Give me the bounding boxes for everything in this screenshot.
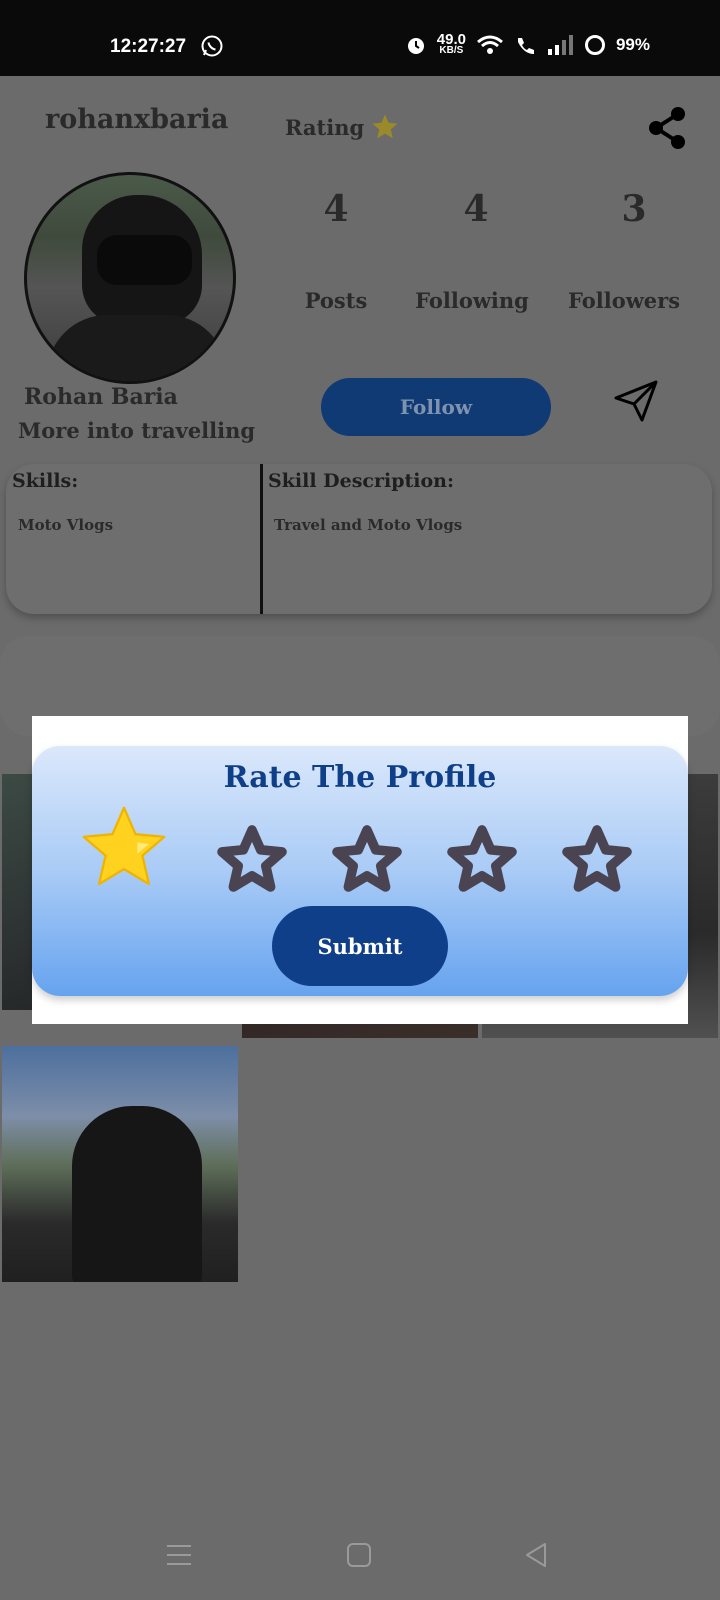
rating-label[interactable]: Rating <box>285 112 400 142</box>
back-icon[interactable] <box>521 1540 551 1570</box>
net-speed: 49.0 KB/S <box>436 31 466 56</box>
status-bar: 12:27:27 49.0 KB/S 99% <box>0 0 720 76</box>
followers-label[interactable]: Followers <box>544 288 704 313</box>
call-icon <box>517 38 534 54</box>
rating-dialog-panel: Rate The Profile Submit <box>32 746 688 996</box>
skill-description-value: Travel and Moto Vlogs <box>274 516 463 534</box>
bio: More into travelling <box>18 418 256 443</box>
alarm-icon <box>407 38 424 54</box>
followers-count: 3 <box>621 188 647 230</box>
posts-count: 4 <box>323 188 349 230</box>
skills-card: Skills: Moto Vlogs Skill Description: Tr… <box>6 464 712 614</box>
avatar[interactable] <box>24 172 236 384</box>
battery-level: 99% <box>615 35 650 54</box>
dialog-title: Rate The Profile <box>223 760 497 795</box>
skills-title: Skills: <box>12 470 79 492</box>
profile-page: rohanxbaria Rating 4 4 3 Posts Following… <box>0 76 720 1600</box>
battery-icon <box>584 35 605 55</box>
post-thumbnail[interactable] <box>2 1046 238 1282</box>
rating-dialog: Rate The Profile Submit <box>32 716 688 1024</box>
star-5-icon[interactable] <box>561 824 633 896</box>
star-3-icon[interactable] <box>331 824 403 896</box>
share-icon[interactable] <box>646 106 688 150</box>
status-icons: 49.0 KB/S 99% <box>405 31 650 56</box>
status-time: 12:27:27 <box>110 36 187 57</box>
wifi-icon <box>477 35 503 54</box>
send-icon[interactable] <box>614 380 658 422</box>
star-1-icon[interactable] <box>78 802 170 894</box>
menu-icon[interactable] <box>164 1540 194 1570</box>
skills-value: Moto Vlogs <box>18 516 114 534</box>
star-2-icon[interactable] <box>216 824 288 896</box>
star-icon <box>372 114 398 139</box>
full-name: Rohan Baria <box>24 384 178 410</box>
signal-icon <box>547 35 573 55</box>
submit-button[interactable]: Submit <box>272 906 448 986</box>
whatsapp-icon <box>201 35 223 57</box>
home-icon[interactable] <box>344 1540 374 1570</box>
following-count: 4 <box>463 188 489 230</box>
skills-divider <box>260 464 263 614</box>
skill-description-title: Skill Description: <box>268 470 454 492</box>
follow-button[interactable]: Follow <box>321 378 551 436</box>
navigation-bar <box>0 1516 720 1600</box>
star-4-icon[interactable] <box>446 824 518 896</box>
following-label[interactable]: Following <box>392 288 552 313</box>
username: rohanxbaria <box>45 104 229 135</box>
